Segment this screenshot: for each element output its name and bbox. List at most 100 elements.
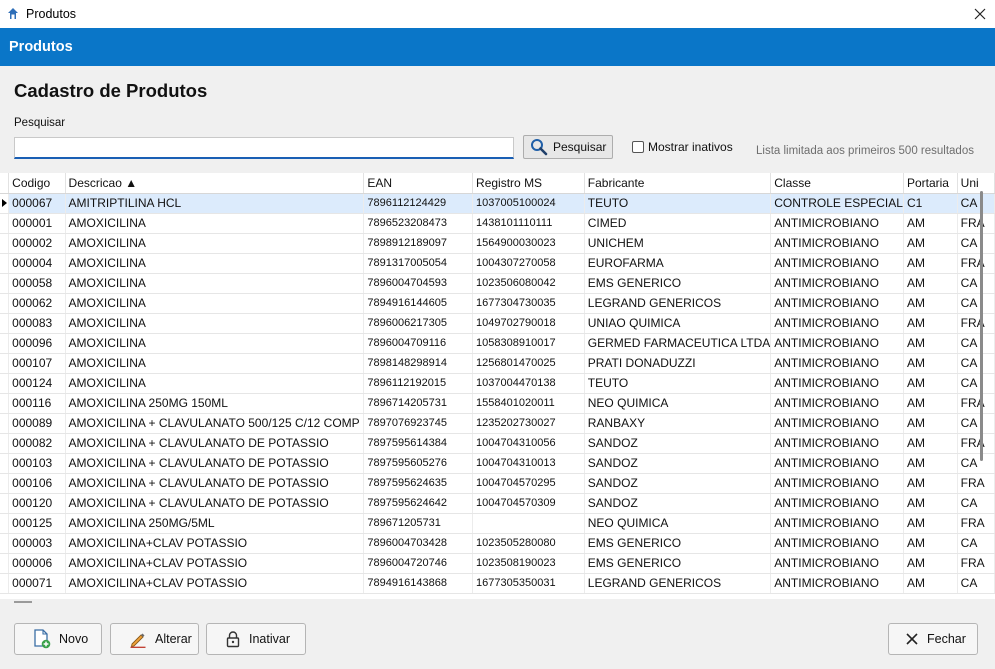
column-header[interactable]: Classe (770, 173, 904, 194)
table-cell[interactable]: AMOXICILINA + CLAVULANATO DE POTASSIO (65, 493, 365, 514)
table-cell[interactable]: ANTIMICROBIANO (770, 473, 904, 494)
table-cell[interactable]: CA (957, 273, 995, 294)
table-row[interactable]: 000116 AMOXICILINA 250MG 150ML 78967142057… (0, 393, 995, 414)
table-cell[interactable]: ANTIMICROBIANO (770, 573, 904, 594)
table-cell[interactable]: 7896006217305 (363, 313, 474, 334)
table-cell[interactable]: ANTIMICROBIANO (770, 413, 904, 434)
table-cell[interactable]: 000058 (8, 273, 66, 294)
table-cell[interactable]: CA (957, 453, 995, 474)
table-cell[interactable]: 1004704310056 (472, 433, 585, 454)
table-cell[interactable]: ANTIMICROBIANO (770, 313, 904, 334)
table-cell[interactable]: 7898912189097 (363, 233, 474, 254)
table-cell[interactable]: ANTIMICROBIANO (770, 373, 904, 394)
table-cell[interactable]: AM (903, 273, 958, 294)
table-cell[interactable]: AM (903, 493, 958, 514)
table-cell[interactable]: FRA (957, 393, 995, 414)
table-cell[interactable]: AMOXICILINA (65, 353, 365, 374)
table-cell[interactable]: AM (903, 233, 958, 254)
table-cell[interactable]: 1049702790018 (472, 313, 585, 334)
table-cell[interactable]: SANDOZ (584, 473, 772, 494)
table-cell[interactable]: AMITRIPTILINA HCL (65, 193, 365, 214)
vertical-scrollbar[interactable] (980, 191, 983, 461)
table-row[interactable]: 000107 AMOXICILINA 7898148298914 1256801470… (0, 353, 995, 374)
table-cell[interactable]: 000125 (8, 513, 66, 534)
table-row[interactable]: 000071 AMOXICILINA+CLAV POTASSIO 789491614… (0, 573, 995, 594)
table-cell[interactable]: AM (903, 433, 958, 454)
table-cell[interactable]: ANTIMICROBIANO (770, 333, 904, 354)
table-cell[interactable]: 7896004709116 (363, 333, 474, 354)
table-row[interactable]: 000120 AMOXICILINA + CLAVULANATO DE POTAS… (0, 493, 995, 514)
table-cell[interactable]: CA (957, 193, 995, 214)
table-cell[interactable]: AMOXICILINA + CLAVULANATO DE POTASSIO (65, 453, 365, 474)
table-cell[interactable]: CA (957, 293, 995, 314)
table-cell[interactable]: UNIAO QUIMICA (584, 313, 772, 334)
table-cell[interactable]: AMOXICILINA (65, 313, 365, 334)
table-cell[interactable]: AM (903, 533, 958, 554)
column-header[interactable]: EAN (363, 173, 474, 194)
column-header[interactable]: Codigo (8, 173, 66, 194)
table-cell[interactable]: AM (903, 253, 958, 274)
table-row[interactable]: 000006 AMOXICILINA+CLAV POTASSIO 789600472… (0, 553, 995, 574)
table-cell[interactable]: EUROFARMA (584, 253, 772, 274)
table-cell[interactable]: LEGRAND GENERICOS (584, 293, 772, 314)
table-row[interactable]: 000067 AMITRIPTILINA HCL 7896112124429 1037… (0, 193, 995, 214)
table-cell[interactable] (472, 513, 585, 534)
table-cell[interactable]: ANTIMICROBIANO (770, 453, 904, 474)
table-cell[interactable]: AM (903, 393, 958, 414)
table-cell[interactable]: ANTIMICROBIANO (770, 493, 904, 514)
table-cell[interactable]: 1558401020011 (472, 393, 585, 414)
column-header[interactable]: Uni (957, 173, 995, 194)
table-cell[interactable]: 1235202730027 (472, 413, 585, 434)
table-cell[interactable]: AM (903, 413, 958, 434)
table-cell[interactable]: 7894916143868 (363, 573, 474, 594)
table-cell[interactable]: AM (903, 213, 958, 234)
table-cell[interactable]: CONTROLE ESPECIAL (770, 193, 904, 214)
table-cell[interactable]: EMS GENERICO (584, 553, 772, 574)
horizontal-scrollbar[interactable] (14, 601, 32, 603)
table-cell[interactable]: FRA (957, 253, 995, 274)
table-row[interactable]: 000083 AMOXICILINA 7896006217305 1049702790… (0, 313, 995, 334)
column-header[interactable]: Descricao ▲ (65, 173, 365, 194)
table-cell[interactable]: 000096 (8, 333, 66, 354)
table-cell[interactable]: CA (957, 493, 995, 514)
table-cell[interactable]: CA (957, 533, 995, 554)
table-cell[interactable]: EMS GENERICO (584, 533, 772, 554)
table-cell[interactable]: C1 (903, 193, 958, 214)
table-row[interactable]: 000106 AMOXICILINA + CLAVULANATO DE POTAS… (0, 473, 995, 494)
table-row[interactable]: 000004 AMOXICILINA 7891317005054 1004307270… (0, 253, 995, 274)
close-icon[interactable] (965, 0, 995, 28)
table-cell[interactable]: AMOXICILINA (65, 213, 365, 234)
table-cell[interactable]: CA (957, 413, 995, 434)
table-cell[interactable]: 000003 (8, 533, 66, 554)
table-cell[interactable]: ANTIMICROBIANO (770, 293, 904, 314)
table-row[interactable]: 000124 AMOXICILINA 7896112192015 1037004470… (0, 373, 995, 394)
table-cell[interactable]: 7896523208473 (363, 213, 474, 234)
table-cell[interactable]: AMOXICILINA (65, 253, 365, 274)
table-cell[interactable]: AM (903, 553, 958, 574)
table-cell[interactable]: FRA (957, 213, 995, 234)
table-cell[interactable]: ANTIMICROBIANO (770, 393, 904, 414)
table-cell[interactable]: PRATI DONADUZZI (584, 353, 772, 374)
table-cell[interactable]: 7898148298914 (363, 353, 474, 374)
table-cell[interactable]: 000001 (8, 213, 66, 234)
table-cell[interactable]: RANBAXY (584, 413, 772, 434)
table-cell[interactable]: SANDOZ (584, 493, 772, 514)
table-cell[interactable]: 1438101110111 (472, 213, 585, 234)
show-inactive-checkbox[interactable] (632, 141, 644, 153)
column-header[interactable]: Portaria (903, 173, 958, 194)
table-cell[interactable]: 7891317005054 (363, 253, 474, 274)
table-cell[interactable]: CA (957, 573, 995, 594)
table-cell[interactable]: AMOXICILINA (65, 233, 365, 254)
table-cell[interactable]: ANTIMICROBIANO (770, 553, 904, 574)
table-cell[interactable]: 000071 (8, 573, 66, 594)
table-cell[interactable]: TEUTO (584, 373, 772, 394)
table-row[interactable]: 000125 AMOXICILINA 250MG/5ML 789671205731 N… (0, 513, 995, 534)
table-cell[interactable]: 000067 (8, 193, 66, 214)
table-cell[interactable]: AMOXICILINA (65, 373, 365, 394)
table-cell[interactable]: AMOXICILINA + CLAVULANATO DE POTASSIO (65, 433, 365, 454)
table-row[interactable]: 000002 AMOXICILINA 7898912189097 1564900030… (0, 233, 995, 254)
table-cell[interactable]: AMOXICILINA+CLAV POTASSIO (65, 573, 365, 594)
table-cell[interactable]: CIMED (584, 213, 772, 234)
table-cell[interactable]: 789671205731 (363, 513, 474, 534)
table-cell[interactable]: AMOXICILINA 250MG/5ML (65, 513, 365, 534)
